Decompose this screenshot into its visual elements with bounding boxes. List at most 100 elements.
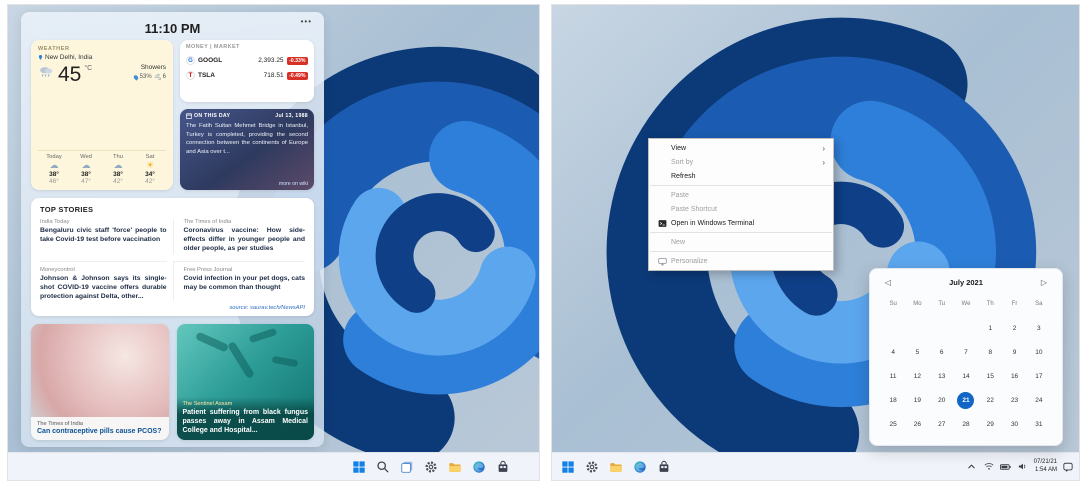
calendar-day[interactable]: 18: [885, 392, 902, 409]
calendar-day[interactable]: 31: [1030, 416, 1047, 433]
context-menu-item-personalize[interactable]: Personalize: [649, 254, 833, 268]
googl-logo-icon: G: [186, 56, 195, 65]
calendar-next-month-button[interactable]: ▷: [1037, 278, 1051, 287]
calendar-day[interactable]: 15: [982, 368, 999, 385]
battery-button[interactable]: [1000, 459, 1012, 475]
weather-widget[interactable]: WEATHER New Delhi, India 45 °C Showers 5…: [31, 40, 173, 190]
windows-logo-icon: [353, 460, 365, 473]
calendar-day[interactable]: 16: [1006, 368, 1023, 385]
calendar-day[interactable]: 6: [933, 344, 950, 361]
calendar-day[interactable]: 10: [1030, 344, 1047, 361]
battery-icon: [1000, 463, 1011, 470]
context-menu-item-sort-by[interactable]: Sort by ›: [649, 155, 833, 169]
calendar-day-selected[interactable]: 21: [957, 391, 975, 409]
widgets-header: 11:10 PM •••: [31, 16, 314, 40]
calendar-day[interactable]: 29: [982, 416, 999, 433]
context-menu-item-view[interactable]: View ›: [649, 141, 833, 155]
calendar-day[interactable]: 5: [909, 344, 926, 361]
calendar-weekday: Mo: [913, 301, 922, 307]
calendar-day[interactable]: 25: [885, 416, 902, 433]
calendar-blank-cell: [957, 320, 974, 337]
calendar-day[interactable]: 1: [982, 320, 999, 337]
calendar-day[interactable]: 12: [909, 368, 926, 385]
bacteria-image: [248, 327, 277, 344]
calendar-day[interactable]: 27: [933, 416, 950, 433]
wind-icon: [154, 74, 161, 80]
stock-row[interactable]: G GOOGL 2,393.25 -0.33%: [186, 56, 308, 65]
on-this-day-widget[interactable]: ON THIS DAY Jul 13, 1988 The Fatih Sulta…: [180, 109, 314, 190]
weather-label: WEATHER: [38, 46, 70, 52]
calendar-prev-month-button[interactable]: ◁: [881, 278, 895, 287]
weather-unit: °C: [84, 65, 93, 72]
file-explorer-button[interactable]: [606, 456, 626, 478]
calendar-day[interactable]: 26: [909, 416, 926, 433]
windows-logo-icon: [562, 460, 574, 473]
edge-browser-button[interactable]: [630, 456, 650, 478]
calendar-day[interactable]: 30: [1006, 416, 1023, 433]
submenu-arrow-icon: ›: [822, 157, 825, 167]
calendar-day[interactable]: 17: [1030, 368, 1047, 385]
left-monitor: 11:10 PM ••• WEATHER New Delhi, India 45…: [7, 4, 540, 481]
news-card-black-fungus[interactable]: The Sentinel Assam Patient suffering fro…: [176, 324, 314, 441]
settings-button[interactable]: [582, 456, 602, 478]
taskbar-clock[interactable]: 07/21/21 1:54 AM: [1034, 459, 1057, 475]
calendar-weekday: Su: [889, 301, 897, 307]
weather-wind-speed: 6: [162, 74, 166, 80]
context-menu-item-new[interactable]: New: [649, 235, 833, 249]
store-button[interactable]: [654, 456, 674, 478]
network-button[interactable]: [983, 459, 995, 475]
calendar-day[interactable]: 8: [982, 344, 999, 361]
calendar-day[interactable]: 20: [933, 392, 950, 409]
calendar-day[interactable]: 22: [982, 392, 999, 409]
story-item[interactable]: Moneycontrol Johnson & Johnson says its …: [40, 260, 167, 302]
stock-row[interactable]: T TSLA 718.51 -0.49%: [186, 71, 308, 80]
calendar-day[interactable]: 3: [1030, 320, 1047, 337]
story-item[interactable]: India Today Bengaluru civic staff 'force…: [40, 219, 167, 254]
market-widget[interactable]: MONEY | MARKET G GOOGL 2,393.25 -0.33% T…: [180, 40, 314, 102]
start-button[interactable]: [558, 456, 578, 478]
task-view-button[interactable]: [397, 456, 417, 478]
calendar-day[interactable]: 14: [957, 368, 974, 385]
story-item[interactable]: Free Press Journal Covid infection in yo…: [172, 260, 305, 302]
tray-overflow-button[interactable]: [966, 459, 978, 475]
calendar-day[interactable]: 4: [885, 344, 902, 361]
forecast-day: Thu ☁ 38° 42°: [102, 154, 134, 185]
calendar-day[interactable]: 24: [1030, 392, 1047, 409]
story-item[interactable]: The Times of India Coronavirus vaccine: …: [172, 219, 305, 254]
context-menu-item-open-in-windows-terminal[interactable]: Open in Windows Terminal: [649, 216, 833, 230]
store-button[interactable]: [493, 456, 513, 478]
context-menu-item-paste[interactable]: Paste: [649, 188, 833, 202]
start-button[interactable]: [349, 456, 369, 478]
humidity-droplet-icon: [132, 73, 139, 81]
calendar-day[interactable]: 13: [933, 368, 950, 385]
calendar-day[interactable]: 28: [957, 416, 974, 433]
settings-button[interactable]: [421, 456, 441, 478]
taskbar: [8, 452, 539, 480]
weather-location: New Delhi, India: [45, 54, 93, 61]
calendar-day[interactable]: 9: [1006, 344, 1023, 361]
file-explorer-button[interactable]: [445, 456, 465, 478]
edge-browser-button[interactable]: [469, 456, 489, 478]
calendar-day[interactable]: 19: [909, 392, 926, 409]
context-menu: View › Sort by › Refresh Paste Paste Sho…: [648, 138, 834, 271]
speaker-icon: [1018, 463, 1025, 470]
widgets-more-options-button[interactable]: •••: [301, 17, 312, 26]
bacteria-image: [194, 331, 229, 353]
gear-icon: [425, 460, 437, 473]
context-menu-item-refresh[interactable]: Refresh: [649, 169, 833, 183]
top-stories-title: TOP STORIES: [40, 205, 94, 214]
store-bag-icon: [498, 460, 508, 472]
calendar-day[interactable]: 11: [885, 368, 902, 385]
change-badge: -0.33%: [286, 56, 308, 65]
notification-center-button[interactable]: [1062, 459, 1074, 475]
calendar-day[interactable]: 23: [1006, 392, 1023, 409]
calendar-day[interactable]: 7: [957, 344, 974, 361]
calendar-blank-cell: [885, 320, 902, 337]
volume-button[interactable]: [1017, 459, 1029, 475]
menu-separator: [650, 185, 832, 186]
search-button[interactable]: [373, 456, 393, 478]
more-on-wiki-link[interactable]: more on wiki: [279, 181, 308, 187]
calendar-day[interactable]: 2: [1006, 320, 1023, 337]
context-menu-item-paste-shortcut[interactable]: Paste Shortcut: [649, 202, 833, 216]
news-card-pcos[interactable]: The Times of India Can contraceptive pil…: [31, 324, 169, 441]
